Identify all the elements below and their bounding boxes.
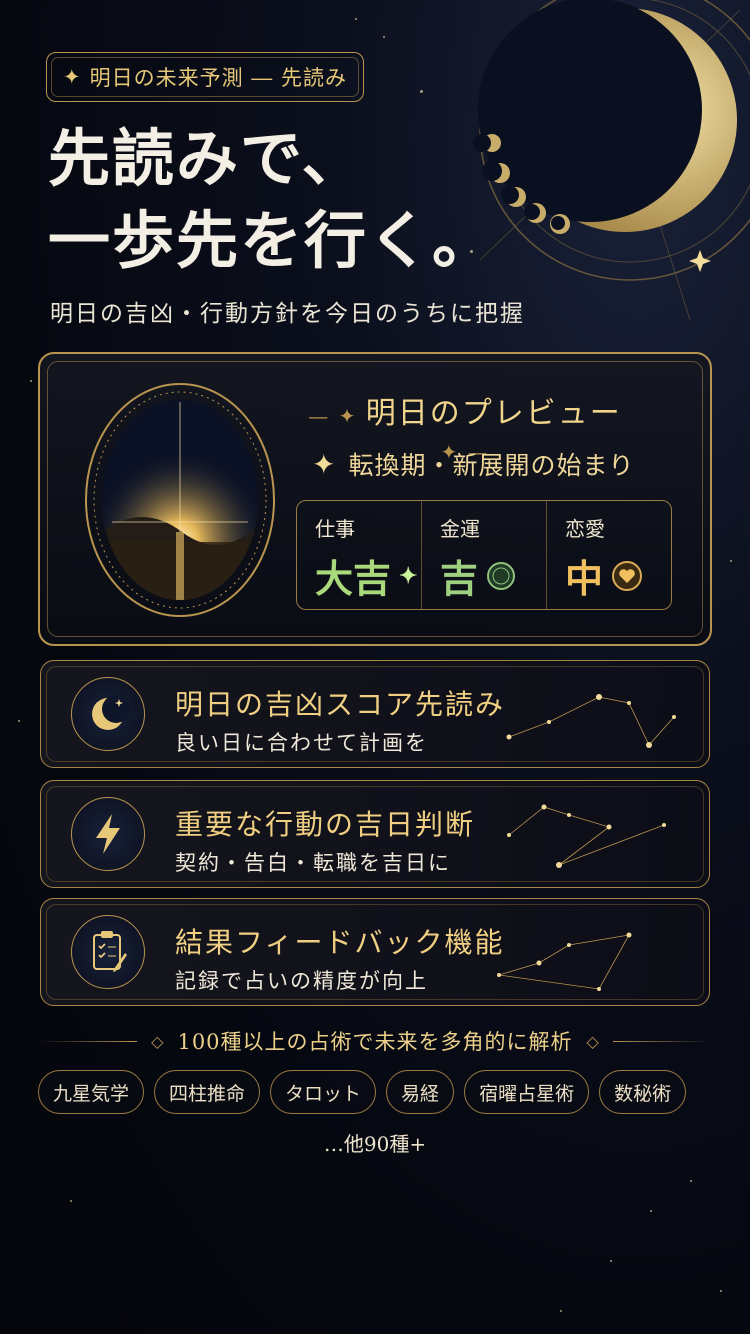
feature-card-feedback[interactable]: 結果フィードバック機能 記録で占いの精度が向上 <box>40 898 710 1006</box>
divination-heading-row: ◇ 100種以上の占術で未来を多角的に解析 ◇ <box>40 1024 710 1058</box>
constellation-decoration <box>506 694 676 748</box>
chip-ekikyo[interactable]: 易経 <box>386 1070 455 1114</box>
chip-kyusei[interactable]: 九星気学 <box>38 1070 145 1114</box>
preview-phase: ✦ 転換期・新展開の始まり <box>312 447 635 481</box>
clipboard-icon <box>71 915 145 989</box>
sunrise-oval-illustration <box>85 383 275 617</box>
sparkle-icon: ✦ <box>63 65 82 89</box>
crescent-moon-icon <box>71 677 145 751</box>
headline-line1: 先読みで、 <box>48 122 366 195</box>
chip-shichu[interactable]: 四柱推命 <box>154 1070 261 1114</box>
sparkle-icon: ✦ <box>399 562 418 589</box>
sparkle-icon: ✦ <box>312 447 337 481</box>
feature-card-lucky-day[interactable]: 重要な行動の吉日判断 契約・告白・転職を吉日に <box>40 780 710 888</box>
divination-heading: 100種以上の占術で未来を多角的に解析 <box>177 1030 573 1054</box>
top-tag: ✦ 明日の未来予測 ― 先読み <box>46 52 364 102</box>
tag-label: 明日の未来予測 ― 先読み <box>89 66 347 90</box>
hero-subheadline: 明日の吉凶・行動方針を今日のうちに把握 <box>50 301 525 327</box>
constellation-decoration <box>497 932 632 991</box>
fortune-work: 仕事 大吉 ✦ <box>315 517 418 601</box>
fortune-love: 恋愛 中 <box>546 501 671 609</box>
chip-tarot[interactable]: タロット <box>270 1070 377 1114</box>
more-divination-count: …他90種+ <box>323 1132 427 1156</box>
divination-chips: 九星気学 四柱推命 タロット 易経 宿曜占星術 数秘術 <box>38 1070 718 1114</box>
headline-line2: 一歩先を行く。 <box>48 204 497 277</box>
fortune-money: 金運 吉 <box>421 501 546 609</box>
lightning-icon <box>71 797 145 871</box>
fortune-scores: 仕事 大吉 ✦ 金運 吉 恋愛 中 <box>296 500 672 610</box>
chip-numerology[interactable]: 数秘術 <box>599 1070 687 1114</box>
hero-headline: 先読みで、 一歩先を行く。 <box>48 118 508 282</box>
feature-card-score[interactable]: 明日の吉凶スコア先読み 良い日に合わせて計画を <box>40 660 710 768</box>
coin-icon <box>487 561 516 590</box>
constellation-decoration <box>507 804 666 868</box>
chip-sukuyo[interactable]: 宿曜占星術 <box>464 1070 590 1114</box>
heart-icon <box>612 560 643 591</box>
